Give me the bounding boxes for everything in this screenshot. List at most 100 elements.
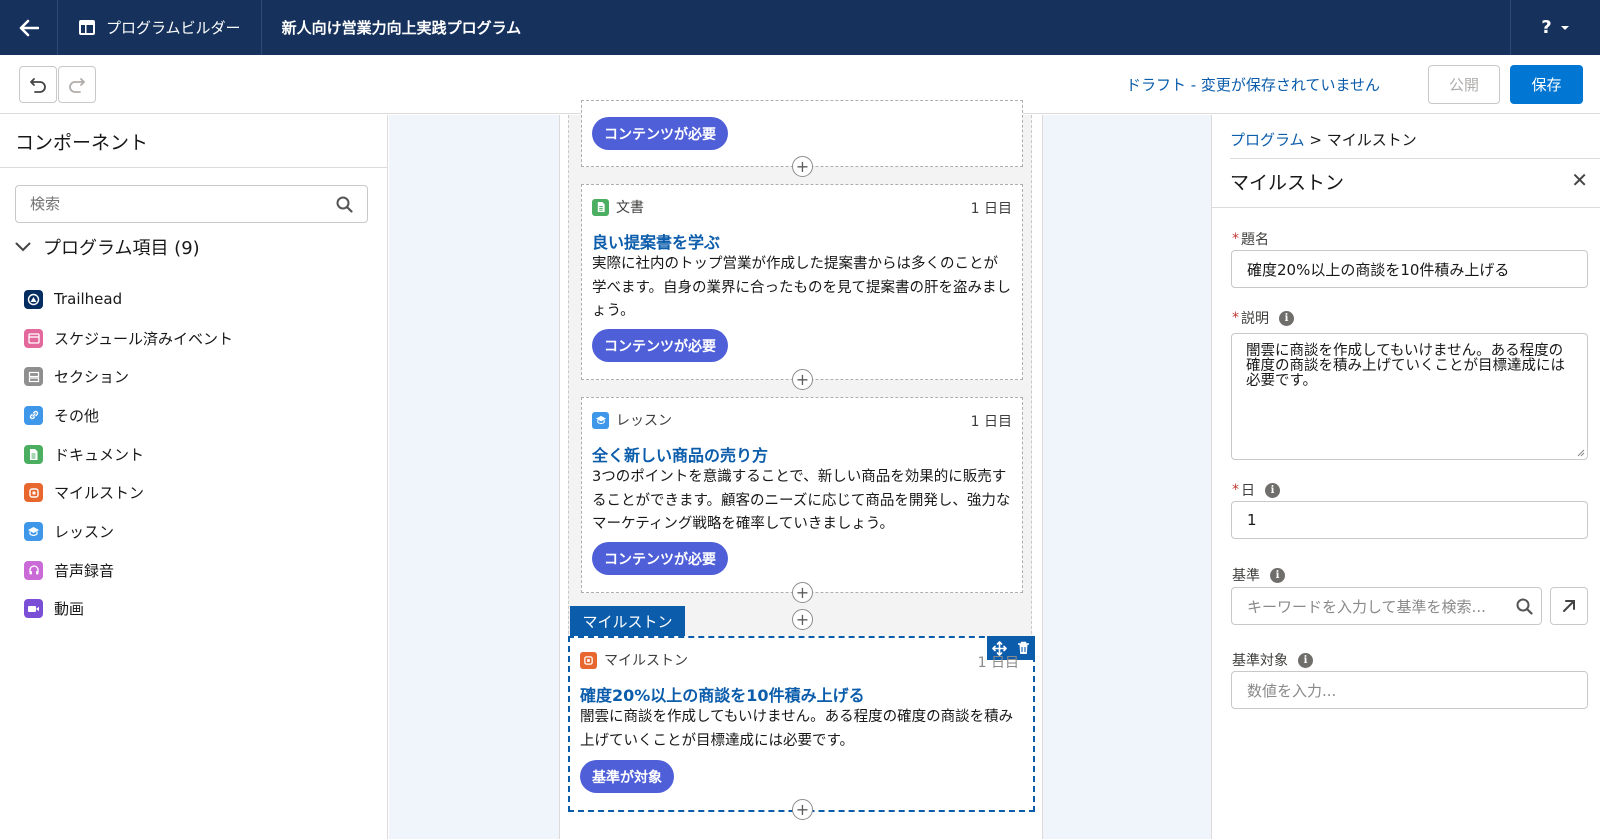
card-type-label: マイルストン — [604, 653, 688, 669]
component-item-audio[interactable]: 音声録音 — [24, 551, 233, 590]
description-textarea[interactable]: 闇雲に商談を作成してもいけません。ある程度の確度の商談を積み上げていくことが目標… — [1231, 333, 1588, 460]
component-item-other[interactable]: その他 — [24, 396, 233, 435]
component-item-milestone[interactable]: マイルストン — [24, 473, 233, 512]
card-title[interactable]: 良い提案書を学ぶ — [592, 229, 720, 253]
component-item-label: 動画 — [54, 600, 85, 619]
program-items-label: プログラム項目 (9) — [43, 238, 200, 259]
component-item-label: セクション — [54, 368, 130, 387]
criteria-target-label-text: 基準対象 — [1232, 653, 1288, 669]
description-text: 闇雲に商談を作成してもいけません。ある程度の確度の商談を積み上げていくことが目標… — [1246, 343, 1565, 389]
info-icon[interactable]: i — [1279, 310, 1294, 326]
card-title[interactable]: 確度20%以上の商談を10件積み上げる — [580, 682, 865, 706]
info-icon[interactable]: i — [1270, 567, 1285, 583]
component-list: Trailhead スケジュール済みイベント セクション その他 ドキュメント … — [24, 280, 233, 628]
headphones-icon — [24, 560, 43, 580]
criteria-target-badge[interactable]: 基準が対象 — [580, 760, 674, 793]
component-item-label: その他 — [54, 406, 100, 425]
add-item-button[interactable]: + — [792, 156, 813, 177]
card-day: 1 日目 — [970, 201, 1012, 217]
caret-down-icon — [1560, 25, 1569, 30]
publish-button[interactable]: 公開 — [1428, 65, 1500, 104]
breadcrumb: プログラム > マイルストン — [1230, 129, 1417, 150]
card-title[interactable]: 全く新しい商品の売り方 — [592, 442, 768, 466]
open-criteria-button[interactable] — [1550, 587, 1588, 625]
content-required-badge[interactable]: コンテンツが必要 — [592, 117, 728, 150]
search-input[interactable] — [16, 186, 316, 222]
add-item-button[interactable]: + — [792, 799, 813, 820]
content-required-badge[interactable]: コンテンツが必要 — [592, 329, 728, 362]
card-type-label: 文書 — [616, 200, 644, 216]
day-input[interactable]: 1 — [1231, 501, 1588, 539]
card-type: 文書 — [592, 197, 644, 217]
breadcrumb-separator: > — [1309, 131, 1322, 149]
document-card[interactable]: 文書 1 日目 良い提案書を学ぶ 実際に社内のトップ営業が作成した提案書からは多… — [581, 184, 1023, 380]
component-item-section[interactable]: セクション — [24, 357, 233, 396]
search-icon — [1516, 598, 1533, 615]
program-builder-tab[interactable]: プログラムビルダー — [58, 0, 262, 55]
info-icon[interactable]: i — [1265, 482, 1280, 498]
milestone-card[interactable]: マイルストン 1 日目 確度20%以上の商談を10件積み上げる 闇雲に商談を作成… — [568, 636, 1035, 812]
properties-panel: プログラム > マイルストン マイルストン ✕ * 題名 確度20%以上の商談を… — [1211, 115, 1600, 839]
component-item-document[interactable]: ドキュメント — [24, 435, 233, 474]
component-item-label: 音声録音 — [54, 561, 115, 580]
component-item-trailhead[interactable]: Trailhead — [24, 280, 233, 319]
program-items-section-toggle[interactable]: プログラム項目 (9) — [15, 233, 200, 261]
table-icon — [79, 20, 95, 35]
title-input[interactable]: 確度20%以上の商談を10件積み上げる — [1231, 250, 1588, 288]
milestone-icon — [24, 483, 43, 503]
document-icon — [24, 444, 43, 464]
back-button[interactable] — [0, 0, 58, 55]
title-field-label: * 題名 — [1232, 229, 1269, 249]
document-icon — [592, 198, 609, 216]
divider — [1230, 158, 1600, 159]
milestone-icon — [580, 651, 597, 669]
description-field-label: * 説明 i — [1232, 308, 1294, 328]
search-icon — [336, 196, 353, 213]
graduation-cap-icon — [592, 411, 609, 429]
lesson-card[interactable]: レッスン 1 日目 全く新しい商品の売り方 3つのポイントを意識することで、新し… — [581, 397, 1023, 593]
breadcrumb-program-link[interactable]: プログラム — [1230, 131, 1305, 149]
required-marker: * — [1232, 310, 1239, 326]
component-item-lesson[interactable]: レッスン — [24, 512, 233, 551]
redo-icon — [69, 77, 85, 93]
add-item-button[interactable]: + — [792, 582, 813, 603]
divider — [0, 167, 388, 168]
criteria-placeholder: キーワードを入力して基準を検索... — [1247, 597, 1486, 616]
breadcrumb-current: マイルストン — [1326, 131, 1417, 149]
draft-status: ドラフト - 変更が保存されていません — [1125, 76, 1380, 94]
title-label-text: 題名 — [1241, 232, 1269, 248]
add-item-button[interactable]: + — [792, 609, 813, 630]
undo-icon — [30, 77, 46, 93]
criteria-field-label: 基準 i — [1232, 565, 1285, 585]
component-item-label: マイルストン — [54, 484, 145, 503]
card-type: レッスン — [592, 410, 672, 430]
redo-button[interactable] — [58, 66, 96, 103]
component-item-label: ドキュメント — [54, 445, 145, 464]
info-icon[interactable]: i — [1298, 652, 1313, 668]
search-box[interactable] — [15, 185, 368, 223]
save-button[interactable]: 保存 — [1510, 65, 1583, 104]
criteria-target-input[interactable]: 数値を入力... — [1231, 671, 1588, 709]
card-description: 3つのポイントを意識することで、新しい商品を効果的に販売することができます。顧客… — [592, 469, 1011, 532]
trailhead-icon — [24, 289, 43, 309]
description-label-text: 説明 — [1241, 311, 1269, 327]
undo-button[interactable] — [19, 66, 57, 103]
criteria-label-text: 基準 — [1232, 568, 1260, 584]
required-marker: * — [1232, 231, 1239, 247]
component-item-video[interactable]: 動画 — [24, 590, 233, 629]
close-icon[interactable]: ✕ — [1571, 168, 1588, 192]
content-required-badge[interactable]: コンテンツが必要 — [592, 542, 728, 575]
help-menu-button[interactable]: ? — [1510, 0, 1600, 55]
components-title: コンポーネント — [15, 132, 149, 154]
day-label-text: 日 — [1241, 483, 1255, 499]
resize-handle-icon[interactable] — [1576, 448, 1585, 457]
component-item-scheduled-event[interactable]: スケジュール済みイベント — [24, 319, 233, 358]
app-header: プログラムビルダー 新人向け営業力向上実践プログラム ? — [0, 0, 1600, 55]
program-builder-label: プログラムビルダー — [106, 19, 241, 37]
card-day: 1 日目 — [977, 655, 1019, 671]
add-item-button[interactable]: + — [792, 369, 813, 390]
criteria-search-input[interactable]: キーワードを入力して基準を検索... — [1231, 587, 1542, 625]
criteria-target-field-label: 基準対象 i — [1232, 650, 1313, 670]
divider — [1212, 207, 1600, 208]
required-marker: * — [1232, 482, 1239, 498]
